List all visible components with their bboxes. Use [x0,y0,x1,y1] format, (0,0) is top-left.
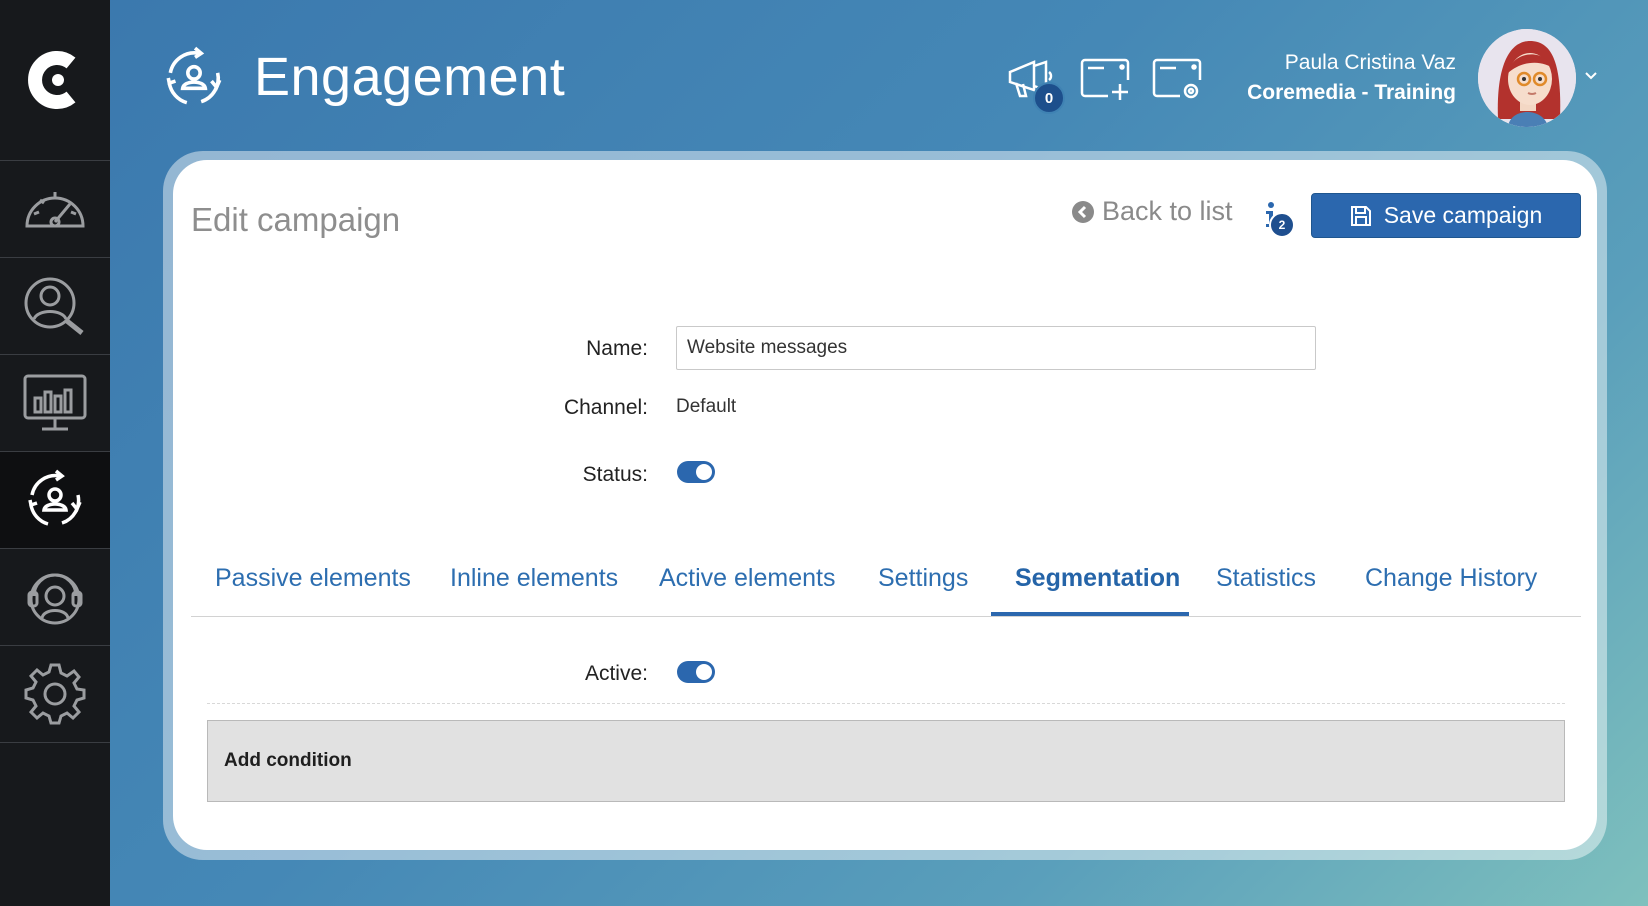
sidebar [0,0,110,906]
sidebar-item-settings[interactable] [0,646,110,743]
user-info[interactable]: Paula Cristina Vaz Coremedia - Training [1247,48,1456,108]
headset-icon [27,573,83,625]
status-toggle[interactable] [677,461,715,483]
avatar[interactable] [1478,29,1576,127]
gear-icon [24,663,86,725]
sidebar-item-engagement[interactable] [0,452,110,549]
back-to-list-link[interactable]: Back to list [1072,196,1233,227]
user-company: Coremedia - Training [1247,81,1456,104]
tab-settings[interactable]: Settings [878,564,968,593]
page-title: Engagement [254,47,566,107]
chevron-left-circle-icon [1072,200,1094,223]
save-campaign-button[interactable]: Save campaign [1311,193,1581,238]
sidebar-item-dashboard[interactable] [0,161,110,258]
campaign-name-input[interactable] [676,326,1316,370]
card-title: Edit campaign [191,201,401,238]
tab-passive-elements[interactable]: Passive elements [215,564,411,593]
tab-statistics[interactable]: Statistics [1216,564,1316,593]
announcements-button[interactable]: 0 [1006,56,1066,114]
tab-inline-elements[interactable]: Inline elements [450,564,618,593]
info-button[interactable]: 2 [1258,198,1298,238]
engagement-cycle-icon [166,46,222,105]
channel-label: Channel: [563,396,648,419]
status-label: Status: [582,463,648,486]
back-to-list-label: Back to list [1102,196,1233,226]
divider [207,703,1565,704]
sidebar-item-audience-search[interactable] [0,258,110,355]
tab-change-history[interactable]: Change History [1365,564,1537,593]
info-badge: 2 [1269,212,1295,238]
add-condition-label: Add condition [224,750,352,771]
avatar-illustration [1478,29,1576,127]
tab-active-elements[interactable]: Active elements [659,564,835,593]
engagement-cycle-icon [28,469,82,526]
logo[interactable] [0,0,110,161]
sidebar-item-analytics[interactable] [0,355,110,452]
window-settings-button[interactable] [1152,58,1202,100]
user-name: Paula Cristina Vaz [1284,51,1456,74]
add-window-button[interactable] [1080,58,1130,100]
active-label: Active: [584,662,648,685]
channel-value: Default [676,396,737,417]
active-toggle[interactable] [677,661,715,683]
save-campaign-label: Save campaign [1383,202,1543,228]
tab-segmentation[interactable]: Segmentation [1015,564,1180,593]
campaign-tabs: Passive elements Inline elements Active … [191,550,1581,617]
user-search-icon [24,277,84,335]
window-settings-icon [1152,58,1202,99]
chevron-down-icon[interactable] [1583,70,1599,82]
monitor-chart-icon [23,374,87,431]
floppy-disk-icon [1350,205,1371,226]
window-add-icon [1080,58,1130,100]
add-condition-panel[interactable]: Add condition [207,720,1565,802]
active-tab-indicator [991,612,1189,616]
sidebar-item-support[interactable] [0,549,110,646]
announcements-badge: 0 [1033,82,1065,114]
name-label: Name: [586,337,648,360]
coremedia-logo-icon [28,51,76,109]
speedometer-icon [25,192,85,228]
